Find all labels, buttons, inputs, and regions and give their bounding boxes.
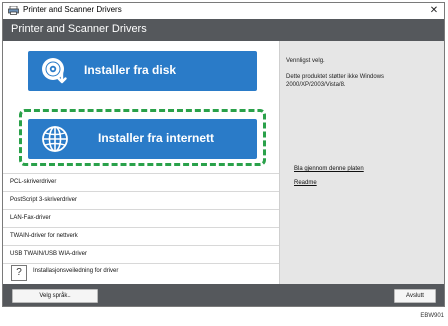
- page-title: Printer and Scanner Drivers: [11, 23, 147, 35]
- install-from-internet-button[interactable]: Installer fra internett: [28, 119, 257, 159]
- help-icon[interactable]: ?: [11, 265, 27, 281]
- browse-disc-link[interactable]: Bla gjennom denne platen: [294, 166, 364, 172]
- install-guide-label: Installasjonsveiledning for driver: [33, 268, 119, 274]
- exit-button[interactable]: Avslutt: [394, 289, 436, 303]
- install-from-disk-label: Installer fra disk: [84, 63, 177, 77]
- install-from-disk-button[interactable]: Installer fra disk: [28, 51, 257, 91]
- disc-download-icon: [42, 58, 67, 84]
- list-item-usb-twain-wia-driver[interactable]: USB TWAIN/USB WIA-driver: [3, 245, 279, 264]
- list-item-lan-fax-driver[interactable]: LAN-Fax-driver: [3, 209, 279, 227]
- options-panel: Installer fra disk Installer fra interne…: [3, 41, 279, 284]
- readme-link[interactable]: Readme: [294, 180, 317, 186]
- list-item-postscript-driver[interactable]: PostScript 3-skriverdriver: [3, 191, 279, 209]
- close-button[interactable]: ✕: [427, 3, 441, 18]
- select-language-button[interactable]: Velg språk..: [12, 289, 98, 303]
- header-bar: Printer and Scanner Drivers: [3, 19, 444, 41]
- window-title: Printer and Scanner Drivers: [23, 5, 122, 14]
- compatibility-note: Dette produktet støtter ikke Windows 200…: [286, 74, 385, 88]
- list-item-network-twain-driver[interactable]: TWAIN-driver for nettverk: [3, 227, 279, 245]
- printer-icon: [8, 6, 19, 15]
- info-panel: Vennligst velg. Dette produktet støtter …: [279, 41, 444, 284]
- install-from-internet-label: Installer fra internett: [98, 131, 215, 145]
- driver-list: PCL-skriverdriver PostScript 3-skriverdr…: [3, 173, 279, 264]
- title-bar: Printer and Scanner Drivers ✕: [3, 3, 444, 20]
- select-prompt: Vennligst velg.: [286, 58, 325, 64]
- globe-icon: [42, 126, 68, 152]
- installer-window: Printer and Scanner Drivers ✕ Printer an…: [2, 2, 445, 307]
- install-guide-row[interactable]: ? Installasjonsveiledning for driver: [3, 263, 279, 284]
- bottom-bar: Velg språk.. Avslutt: [3, 284, 444, 306]
- list-item-pcl-driver[interactable]: PCL-skriverdriver: [3, 173, 279, 191]
- figure-code: EBW901: [420, 313, 444, 319]
